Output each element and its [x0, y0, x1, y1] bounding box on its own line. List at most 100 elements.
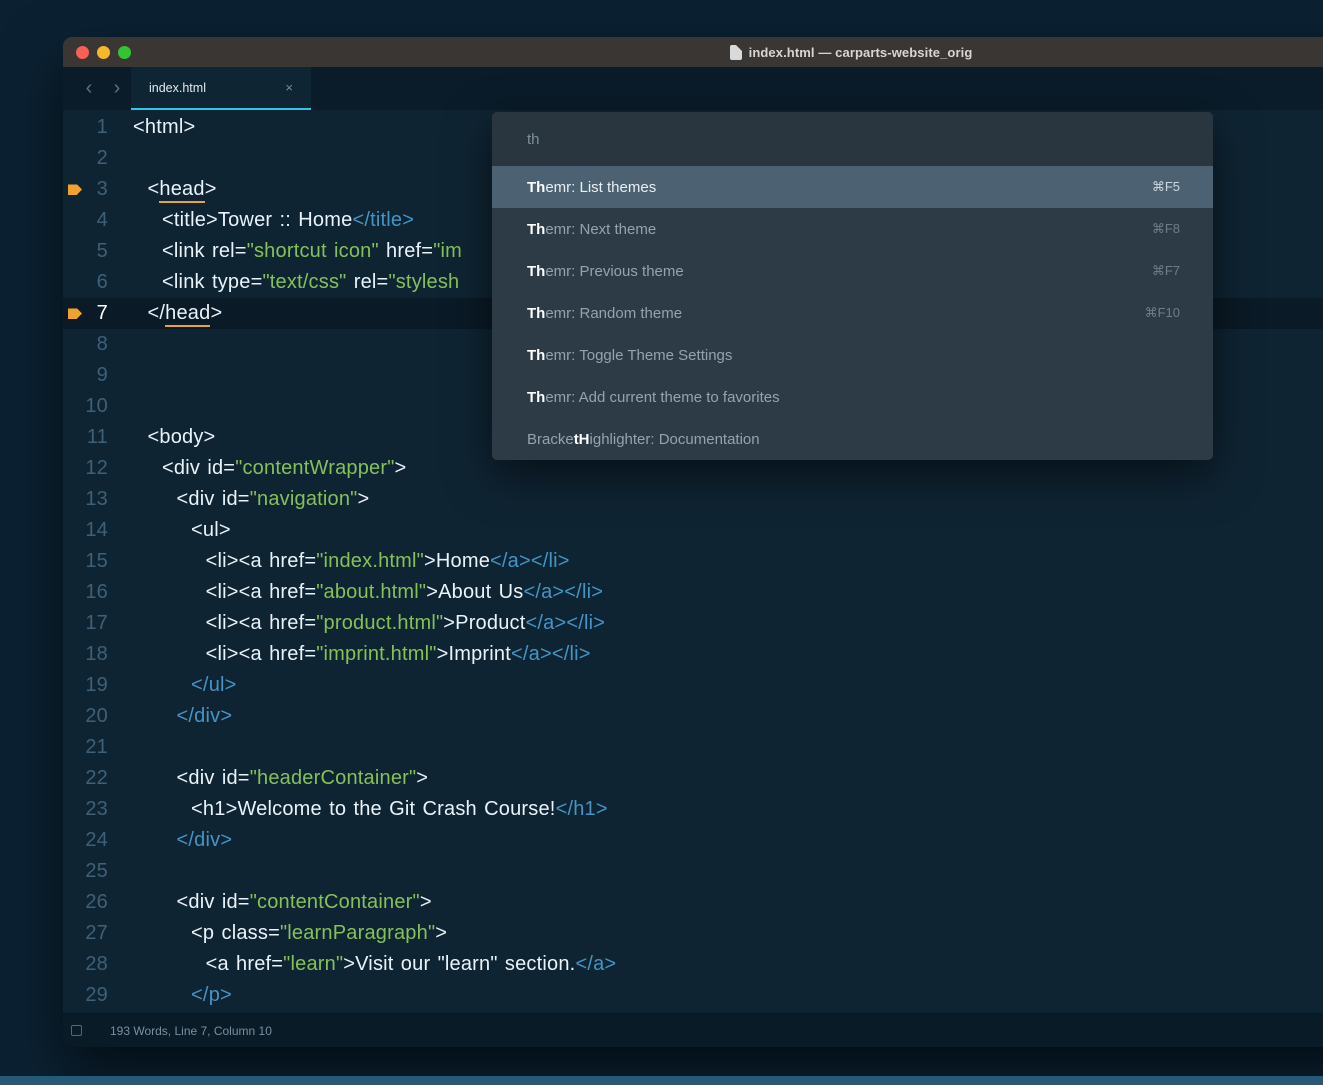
- line-number[interactable]: 21: [63, 736, 130, 759]
- line-number[interactable]: 25: [63, 860, 130, 883]
- code-line-23[interactable]: 23 <h1>Welcome to the Git Crash Course!<…: [63, 794, 1323, 825]
- code-line-28[interactable]: 28 <a href="learn">Visit our "learn" sec…: [63, 949, 1323, 980]
- code-text: </head>: [130, 302, 222, 325]
- code-line-18[interactable]: 18 <li><a href="imprint.html">Imprint</a…: [63, 639, 1323, 670]
- code-line-24[interactable]: 24 </div>: [63, 825, 1323, 856]
- line-number[interactable]: 24: [63, 829, 130, 852]
- code-line-15[interactable]: 15 <li><a href="index.html">Home</a></li…: [63, 546, 1323, 577]
- line-number[interactable]: 27: [63, 922, 130, 945]
- code-line-25[interactable]: 25: [63, 856, 1323, 887]
- code-line-17[interactable]: 17 <li><a href="product.html">Product</a…: [63, 608, 1323, 639]
- palette-item[interactable]: Themr: Toggle Theme Settings: [492, 334, 1213, 376]
- desktop: index.html — carparts-website_orig ‹ › i…: [0, 0, 1323, 1085]
- code-line-29[interactable]: 29 </p>: [63, 980, 1323, 1011]
- line-number[interactable]: 6: [63, 271, 130, 294]
- palette-item[interactable]: Themr: List themes⌘F5: [492, 166, 1213, 208]
- palette-item[interactable]: Themr: Previous theme ⌘F7: [492, 250, 1213, 292]
- line-number[interactable]: 28: [63, 953, 130, 976]
- line-number[interactable]: 23: [63, 798, 130, 821]
- code-text: </p>: [130, 984, 232, 1007]
- code-text: <link rel="shortcut icon" href="im: [130, 240, 462, 263]
- titlebar[interactable]: index.html — carparts-website_orig: [63, 37, 1323, 67]
- line-number[interactable]: 12: [63, 457, 130, 480]
- palette-item[interactable]: Themr: Random theme ⌘F10: [492, 292, 1213, 334]
- line-number[interactable]: 9: [63, 364, 130, 387]
- code-text: <link type="text/css" rel="stylesh: [130, 271, 459, 294]
- code-line-26[interactable]: 26 <div id="contentContainer">: [63, 887, 1323, 918]
- palette-item-label: Themr: List themes: [527, 179, 656, 196]
- palette-item-label: Themr: Random theme: [527, 305, 682, 322]
- line-number[interactable]: 5: [63, 240, 130, 263]
- code-line-14[interactable]: 14 <ul>: [63, 515, 1323, 546]
- code-line-21[interactable]: 21: [63, 732, 1323, 763]
- line-number[interactable]: 18: [63, 643, 130, 666]
- bottom-strip: [0, 1076, 1323, 1085]
- code-text: <p class="learnParagraph">: [130, 922, 447, 945]
- window-title: index.html — carparts-website_orig: [749, 45, 973, 60]
- code-text: <div id="contentWrapper">: [130, 457, 406, 480]
- status-bar: 193 Words, Line 7, Column 10: [63, 1013, 1323, 1047]
- close-tab-icon[interactable]: ×: [285, 80, 293, 95]
- palette-query: th: [527, 131, 540, 148]
- code-text: </ul>: [130, 674, 237, 697]
- code-text: <div id="contentContainer">: [130, 891, 432, 914]
- code-text: <ul>: [130, 519, 231, 542]
- code-text: </div>: [130, 705, 232, 728]
- line-number[interactable]: 13: [63, 488, 130, 511]
- code-text: <a href="learn">Visit our "learn" sectio…: [130, 953, 616, 976]
- palette-input[interactable]: th: [492, 112, 1213, 166]
- tab-index-html[interactable]: index.html ×: [131, 67, 311, 110]
- line-number[interactable]: 20: [63, 705, 130, 728]
- palette-item[interactable]: Themr: Next theme ⌘F8: [492, 208, 1213, 250]
- status-text: 193 Words, Line 7, Column 10: [110, 1024, 272, 1038]
- line-number[interactable]: 10: [63, 395, 130, 418]
- palette-list: Themr: List themes⌘F5 Themr: Next theme ⌘F…: [492, 166, 1213, 460]
- minimize-window-button[interactable]: [97, 46, 110, 59]
- palette-item[interactable]: Themr: Add current theme to favorites: [492, 376, 1213, 418]
- line-number[interactable]: 4: [63, 209, 130, 232]
- line-number[interactable]: 19: [63, 674, 130, 697]
- palette-item-label: Themr: Toggle Theme Settings: [527, 347, 732, 364]
- line-number[interactable]: 11: [63, 426, 130, 449]
- window-title-group: index.html — carparts-website_orig: [730, 45, 973, 60]
- palette-item[interactable]: BracketHighlighter: Documentation: [492, 418, 1213, 460]
- palette-item-label: Themr: Next theme: [527, 221, 656, 238]
- line-number[interactable]: 14: [63, 519, 130, 542]
- code-text: <body>: [130, 426, 215, 449]
- tab-label: index.html: [149, 81, 206, 95]
- command-palette: th Themr: List themes⌘F5Themr: Next them…: [492, 112, 1213, 460]
- zoom-window-button[interactable]: [118, 46, 131, 59]
- line-number[interactable]: 22: [63, 767, 130, 790]
- code-text: <li><a href="product.html">Product</a></…: [130, 612, 605, 635]
- line-number[interactable]: 17: [63, 612, 130, 635]
- palette-item-label: Themr: Previous theme: [527, 263, 684, 280]
- line-number[interactable]: 1: [63, 116, 130, 139]
- palette-item-keybinding: ⌘F8: [1152, 221, 1180, 237]
- tab-bar: ‹ › index.html ×: [63, 67, 1323, 110]
- document-icon: [730, 45, 742, 60]
- traffic-lights: [76, 37, 131, 67]
- palette-item-keybinding: ⌘F10: [1145, 305, 1180, 321]
- close-window-button[interactable]: [76, 46, 89, 59]
- code-line-27[interactable]: 27 <p class="learnParagraph">: [63, 918, 1323, 949]
- line-number[interactable]: 8: [63, 333, 130, 356]
- line-number[interactable]: 15: [63, 550, 130, 573]
- code-text: <html>: [130, 116, 195, 139]
- back-arrow-icon[interactable]: ‹: [75, 67, 103, 110]
- line-number[interactable]: 29: [63, 984, 130, 1007]
- forward-arrow-icon[interactable]: ›: [103, 67, 131, 110]
- code-text: </div>: [130, 829, 232, 852]
- code-line-20[interactable]: 20 </div>: [63, 701, 1323, 732]
- line-number[interactable]: 26: [63, 891, 130, 914]
- code-line-16[interactable]: 16 <li><a href="about.html">About Us</a>…: [63, 577, 1323, 608]
- code-line-22[interactable]: 22 <div id="headerContainer">: [63, 763, 1323, 794]
- line-number[interactable]: 16: [63, 581, 130, 604]
- code-text: <li><a href="about.html">About Us</a></l…: [130, 581, 603, 604]
- code-line-19[interactable]: 19 </ul>: [63, 670, 1323, 701]
- line-number[interactable]: 2: [63, 147, 130, 170]
- code-text: <h1>Welcome to the Git Crash Course!</h1…: [130, 798, 608, 821]
- palette-item-keybinding: ⌘F7: [1152, 263, 1180, 279]
- code-text: <div id="navigation">: [130, 488, 369, 511]
- code-line-13[interactable]: 13 <div id="navigation">: [63, 484, 1323, 515]
- palette-item-label: Themr: Add current theme to favorites: [527, 389, 780, 406]
